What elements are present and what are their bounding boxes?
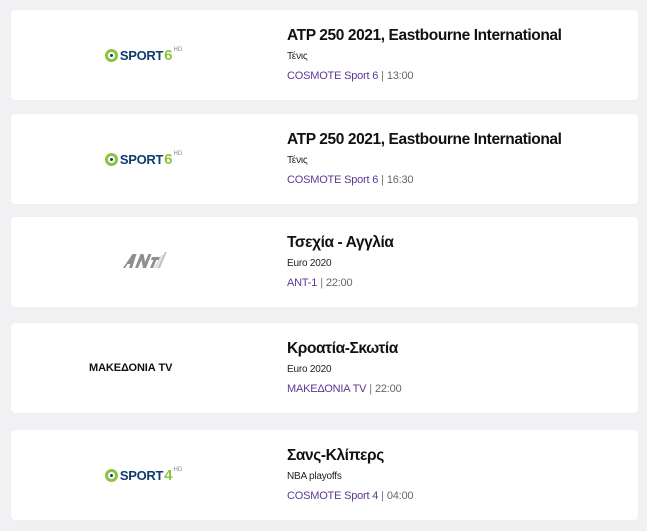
program-title[interactable]: ATP 250 2021, Eastbourne International bbox=[287, 26, 628, 45]
cosmote-sport-4-logo: SPORT 4 HD bbox=[104, 464, 183, 486]
meta-separator: | bbox=[320, 277, 323, 289]
meta-separator: | bbox=[381, 70, 384, 82]
channel-link[interactable]: COSMOTE Sport 6 bbox=[287, 70, 378, 82]
program-info: ATP 250 2021, Eastbourne International Τ… bbox=[287, 26, 628, 83]
program-time: 16:30 bbox=[386, 174, 414, 186]
sport-ball-icon bbox=[104, 48, 118, 62]
program-card[interactable]: ΜΑΚΕΔΟΝΙΑ TV Κροατία-Σκωτία Euro 2020 ΜΑ… bbox=[11, 323, 638, 413]
program-title[interactable]: Τσεχία - Αγγλία bbox=[287, 233, 628, 252]
logo-hd-badge: HD bbox=[173, 467, 183, 473]
logo-number: 4 bbox=[164, 466, 173, 484]
program-meta: COSMOTE Sport 6 | 13:00 bbox=[287, 70, 628, 83]
program-card[interactable]: SPORT 4 HD Σανς-Κλίπερς NBA playoffs COS… bbox=[11, 430, 638, 520]
logo-number: 6 bbox=[164, 46, 173, 64]
program-info: Σανς-Κλίπερς NBA playoffs COSMOTE Sport … bbox=[287, 446, 628, 503]
program-meta: ΜΑΚΕΔΟΝΙΑ TV | 22:00 bbox=[287, 383, 628, 396]
ant1-logo-graphic bbox=[122, 251, 167, 268]
program-title[interactable]: ATP 250 2021, Eastbourne International bbox=[287, 130, 628, 149]
logo-word: SPORT bbox=[119, 467, 164, 483]
program-category: Τένις bbox=[287, 155, 308, 166]
channel-logo-area bbox=[11, 217, 276, 307]
sport-ball-icon bbox=[104, 152, 118, 166]
cosmote-sport-6-logo: SPORT 6 HD bbox=[104, 44, 183, 66]
channel-logo-area: ΜΑΚΕΔΟΝΙΑ TV bbox=[11, 323, 276, 413]
program-meta: COSMOTE Sport 6 | 16:30 bbox=[287, 174, 628, 187]
program-card[interactable]: SPORT 6 HD ATP 250 2021, Eastbourne Inte… bbox=[11, 10, 638, 100]
channel-logo-area: SPORT 6 HD bbox=[11, 114, 276, 204]
ant1-logo bbox=[119, 249, 168, 276]
program-card[interactable]: SPORT 6 HD ATP 250 2021, Eastbourne Inte… bbox=[11, 114, 638, 204]
channel-link[interactable]: COSMOTE Sport 4 bbox=[287, 490, 378, 502]
program-category: NBA playoffs bbox=[287, 471, 342, 482]
cosmote-sport-6-logo: SPORT 6 HD bbox=[104, 148, 183, 170]
program-info: Τσεχία - Αγγλία Euro 2020 ANT-1 | 22:00 bbox=[287, 233, 628, 290]
program-card[interactable]: Τσεχία - Αγγλία Euro 2020 ANT-1 | 22:00 bbox=[11, 217, 638, 307]
logo-word: SPORT bbox=[119, 151, 164, 167]
program-category: Euro 2020 bbox=[287, 258, 332, 269]
program-time: 22:00 bbox=[374, 383, 402, 395]
logo-hd-badge: HD bbox=[173, 151, 183, 157]
makedonia-tv-logo: ΜΑΚΕΔΟΝΙΑ TV bbox=[89, 362, 173, 374]
channel-logo-area: SPORT 4 HD bbox=[11, 430, 276, 520]
channel-link[interactable]: ANT-1 bbox=[287, 277, 317, 289]
program-time: 13:00 bbox=[386, 70, 414, 82]
meta-separator: | bbox=[381, 490, 384, 502]
channel-logo-area: SPORT 6 HD bbox=[11, 10, 276, 100]
program-title[interactable]: Σανς-Κλίπερς bbox=[287, 446, 628, 465]
program-info: ATP 250 2021, Eastbourne International Τ… bbox=[287, 130, 628, 187]
program-category: Euro 2020 bbox=[287, 364, 332, 375]
logo-number: 6 bbox=[164, 150, 173, 168]
logo-word: SPORT bbox=[119, 47, 164, 63]
logo-hd-badge: HD bbox=[173, 47, 183, 53]
program-category: Τένις bbox=[287, 51, 308, 62]
sport-ball-icon bbox=[104, 468, 118, 482]
meta-separator: | bbox=[381, 174, 384, 186]
channel-link[interactable]: ΜΑΚΕΔΟΝΙΑ TV bbox=[287, 383, 366, 395]
program-meta: COSMOTE Sport 4 | 04:00 bbox=[287, 490, 628, 503]
program-time: 04:00 bbox=[386, 490, 414, 502]
program-info: Κροατία-Σκωτία Euro 2020 ΜΑΚΕΔΟΝΙΑ TV | 22… bbox=[287, 339, 628, 396]
program-time: 22:00 bbox=[325, 277, 353, 289]
meta-separator: | bbox=[369, 383, 372, 395]
channel-link[interactable]: COSMOTE Sport 6 bbox=[287, 174, 378, 186]
program-meta: ANT-1 | 22:00 bbox=[287, 277, 628, 290]
program-title[interactable]: Κροατία-Σκωτία bbox=[287, 339, 628, 358]
